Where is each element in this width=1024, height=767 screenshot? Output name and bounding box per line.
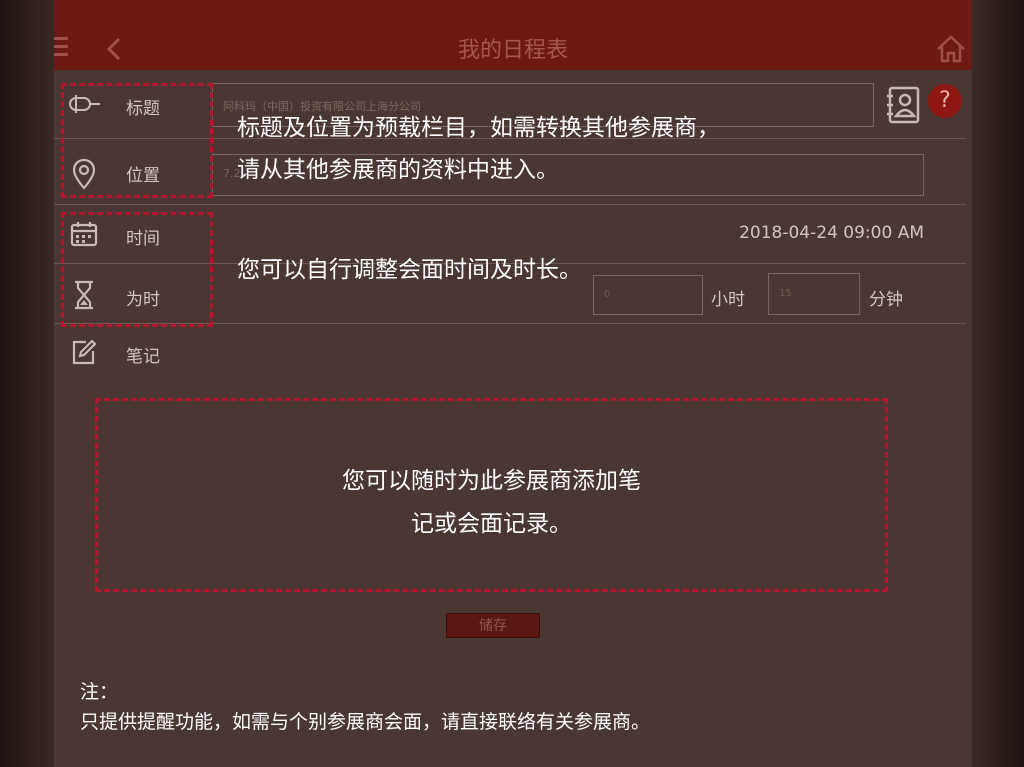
callout-notes-line2: 记或会面记录。 bbox=[411, 511, 572, 537]
highlight-title-location bbox=[61, 83, 213, 198]
help-icon[interactable]: ? bbox=[928, 84, 962, 118]
save-button[interactable]: 储存 bbox=[446, 613, 540, 638]
home-icon[interactable] bbox=[936, 35, 966, 63]
contacts-book-icon[interactable] bbox=[886, 86, 922, 124]
hours-unit: 小时 bbox=[711, 290, 745, 310]
right-margin bbox=[972, 0, 1024, 767]
schedule-screen: 我的日程表 标题 阿科玛（中国）投资有限公司上海分公司 ? 位置 7.2 时间 … bbox=[54, 0, 972, 767]
highlight-time-duration bbox=[61, 212, 213, 327]
callout-time-duration: 您可以自行调整会面时间及时长。 bbox=[237, 257, 582, 283]
row-divider bbox=[54, 204, 966, 205]
note-title: 注： bbox=[80, 681, 119, 703]
edit-icon bbox=[72, 339, 97, 365]
hours-input[interactable]: 0 bbox=[593, 275, 703, 315]
notes-label: 笔记 bbox=[126, 347, 160, 367]
callout-title-location-line2: 请从其他参展商的资料中进入。 bbox=[237, 157, 559, 183]
app-header: 我的日程表 bbox=[54, 0, 972, 70]
time-value[interactable]: 2018-04-24 09:00 AM bbox=[739, 223, 924, 243]
minutes-unit: 分钟 bbox=[869, 290, 903, 310]
note-text: 只提供提醒功能，如需与个别参展商会面，请直接联络有关参展商。 bbox=[80, 711, 651, 733]
callout-notes-line1: 您可以随时为此参展商添加笔 bbox=[342, 468, 641, 494]
minutes-input[interactable]: 15 bbox=[768, 273, 860, 315]
callout-title-location-line1: 标题及位置为预载栏目，如需转换其他参展商， bbox=[237, 115, 720, 141]
left-margin bbox=[0, 0, 54, 767]
page-title: 我的日程表 bbox=[457, 38, 568, 63]
